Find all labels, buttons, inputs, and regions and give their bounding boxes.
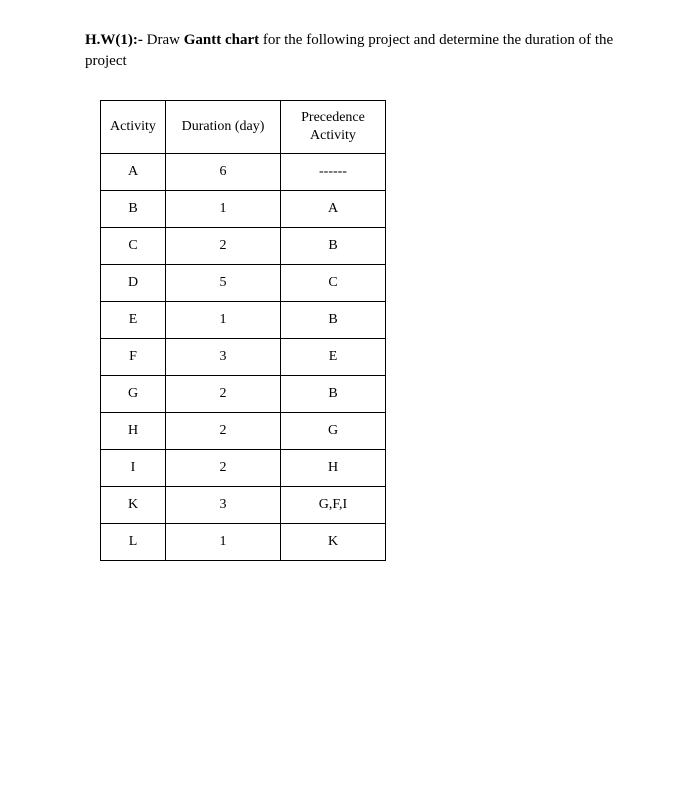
cell-precedence: ------ (281, 154, 386, 191)
cell-precedence: G (281, 413, 386, 450)
cell-activity: D (101, 265, 166, 302)
table-row: C 2 B (101, 228, 386, 265)
cell-activity: E (101, 302, 166, 339)
cell-duration: 3 (166, 487, 281, 524)
cell-duration: 6 (166, 154, 281, 191)
cell-duration: 3 (166, 339, 281, 376)
cell-duration: 1 (166, 524, 281, 561)
header-duration: Duration (day) (166, 101, 281, 154)
heading-action: Draw (147, 32, 184, 48)
cell-precedence: A (281, 191, 386, 228)
cell-precedence: C (281, 265, 386, 302)
cell-precedence: B (281, 376, 386, 413)
cell-duration: 2 (166, 376, 281, 413)
cell-activity: B (101, 191, 166, 228)
cell-duration: 5 (166, 265, 281, 302)
cell-activity: K (101, 487, 166, 524)
table-row: E 1 B (101, 302, 386, 339)
cell-duration: 2 (166, 450, 281, 487)
problem-heading: H.W(1):- Draw Gantt chart for the follow… (85, 30, 620, 72)
cell-duration: 2 (166, 413, 281, 450)
table-row: H 2 G (101, 413, 386, 450)
cell-activity: A (101, 154, 166, 191)
cell-precedence: B (281, 228, 386, 265)
table-row: D 5 C (101, 265, 386, 302)
cell-duration: 1 (166, 302, 281, 339)
cell-activity: C (101, 228, 166, 265)
cell-precedence: K (281, 524, 386, 561)
project-table: Activity Duration (day) Precedence Activ… (100, 100, 386, 561)
cell-duration: 1 (166, 191, 281, 228)
heading-prefix: H.W(1):- (85, 32, 147, 48)
table-row: A 6 ------ (101, 154, 386, 191)
cell-duration: 2 (166, 228, 281, 265)
table-row: G 2 B (101, 376, 386, 413)
table-row: B 1 A (101, 191, 386, 228)
cell-activity: G (101, 376, 166, 413)
cell-precedence: H (281, 450, 386, 487)
cell-activity: H (101, 413, 166, 450)
cell-precedence: E (281, 339, 386, 376)
cell-activity: F (101, 339, 166, 376)
table-body: A 6 ------ B 1 A C 2 B D 5 C E 1 B F 3 E (101, 154, 386, 561)
cell-activity: L (101, 524, 166, 561)
table-row: L 1 K (101, 524, 386, 561)
cell-activity: I (101, 450, 166, 487)
table-row: K 3 G,F,I (101, 487, 386, 524)
table-row: I 2 H (101, 450, 386, 487)
header-activity: Activity (101, 101, 166, 154)
header-precedence: Precedence Activity (281, 101, 386, 154)
heading-bold-term: Gantt chart (184, 32, 259, 48)
cell-precedence: G,F,I (281, 487, 386, 524)
cell-precedence: B (281, 302, 386, 339)
table-row: F 3 E (101, 339, 386, 376)
table-header-row: Activity Duration (day) Precedence Activ… (101, 101, 386, 154)
